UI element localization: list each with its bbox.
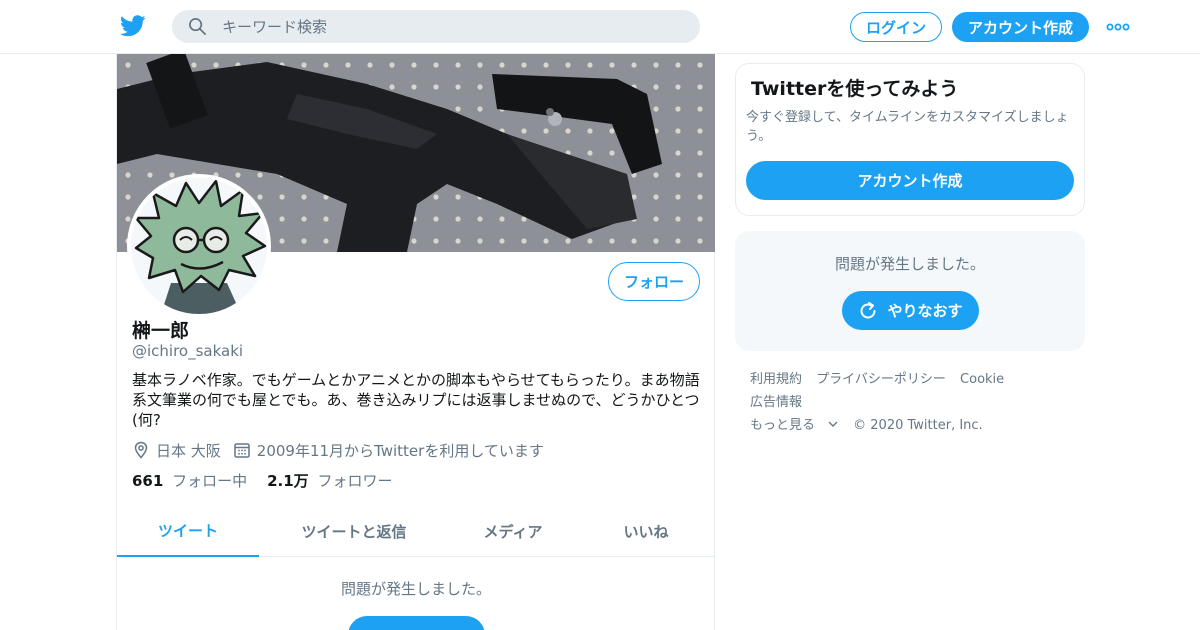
footer-link-terms[interactable]: 利用規約 <box>750 372 802 387</box>
calendar-icon <box>234 443 250 458</box>
signup-button[interactable]: アカウント作成 <box>952 12 1089 42</box>
footer-link-cookie[interactable]: Cookie <box>960 372 1004 387</box>
tab-media[interactable]: メディア <box>449 506 577 557</box>
avatar-illustration <box>131 178 267 314</box>
profile-meta: 日本 大阪 2009年11月からTwitterを利用しています <box>132 440 556 460</box>
join-date-text: 2009年11月からTwitterを利用しています <box>256 441 544 460</box>
followers-label: フォロワー <box>317 472 393 490</box>
following-count: 661 <box>132 472 164 490</box>
signup-card-title: Twitterを使ってみよう <box>751 78 959 100</box>
top-navigation-bar: ログイン アカウント作成 <box>0 0 1200 54</box>
timeline-error-text: 問題が発生しました。 <box>340 580 491 598</box>
follow-button[interactable]: フォロー <box>608 262 700 301</box>
search-icon <box>189 18 206 35</box>
profile-column: フォロー 榊一郎 @ichiro_sakaki 基本ラノベ作家。でもゲームとかア… <box>116 54 715 630</box>
copyright-text: © 2020 Twitter, Inc. <box>853 418 983 433</box>
twitter-bird-icon[interactable] <box>120 14 146 38</box>
followers-count: 2.1万 <box>267 472 309 490</box>
sidebar-error-card: 問題が発生しました。 やりなおす <box>735 231 1085 351</box>
following-label: フォロー中 <box>172 472 248 490</box>
profile-join-date: 2009年11月からTwitterを利用しています <box>233 440 544 461</box>
chevron-down-icon <box>828 421 838 427</box>
footer-link-more[interactable]: もっと見る <box>750 418 839 433</box>
search-box[interactable] <box>172 10 700 43</box>
signup-card-text: 今すぐ登録して、タイムラインをカスタマイズしましょう。 <box>746 110 1069 144</box>
footer-link-ads[interactable]: 広告情報 <box>750 395 802 410</box>
signup-card-button[interactable]: アカウント作成 <box>746 161 1074 200</box>
profile-avatar[interactable] <box>127 174 271 318</box>
following-stat[interactable]: 661 フォロー中 <box>132 470 247 491</box>
more-dots-icon[interactable] <box>1106 18 1130 36</box>
profile-bio: 基本ラノベ作家。でもゲームとかアニメとかの脚本もやらせてもらったり。まあ物語系文… <box>132 371 700 429</box>
search-input[interactable] <box>222 10 682 43</box>
tab-tweets-and-replies[interactable]: ツイートと返信 <box>259 506 449 557</box>
profile-tabs: ツイート ツイートと返信 メディア いいね <box>117 506 715 557</box>
tab-tweets[interactable]: ツイート <box>117 506 259 557</box>
profile-display-name: 榊一郎 <box>132 320 190 342</box>
retry-button[interactable]: やりなおす <box>842 291 979 330</box>
location-pin-icon <box>134 441 148 459</box>
profile-location: 日本 大阪 <box>132 440 221 461</box>
profile-stats: 661 フォロー中 2.1万 フォロワー <box>132 470 412 491</box>
location-text: 日本 大阪 <box>156 441 221 460</box>
sidebar-error-text: 問題が発生しました。 <box>834 255 985 273</box>
sidebar-footer: 利用規約 プライバシーポリシー Cookie 広告情報 もっと見る © 2020… <box>750 368 1080 437</box>
more-link-label: もっと見る <box>750 418 816 433</box>
signup-card: Twitterを使ってみよう 今すぐ登録して、タイムラインをカスタマイズしましょ… <box>735 63 1085 216</box>
footer-link-privacy[interactable]: プライバシーポリシー <box>816 372 946 387</box>
retry-label: やりなおす <box>887 302 963 320</box>
followers-stat[interactable]: 2.1万 フォロワー <box>267 470 392 491</box>
profile-handle: @ichiro_sakaki <box>132 342 244 360</box>
timeline-retry-button[interactable] <box>348 616 485 630</box>
login-button[interactable]: ログイン <box>850 12 942 42</box>
refresh-icon <box>860 301 876 318</box>
tab-likes[interactable]: いいね <box>577 506 715 557</box>
